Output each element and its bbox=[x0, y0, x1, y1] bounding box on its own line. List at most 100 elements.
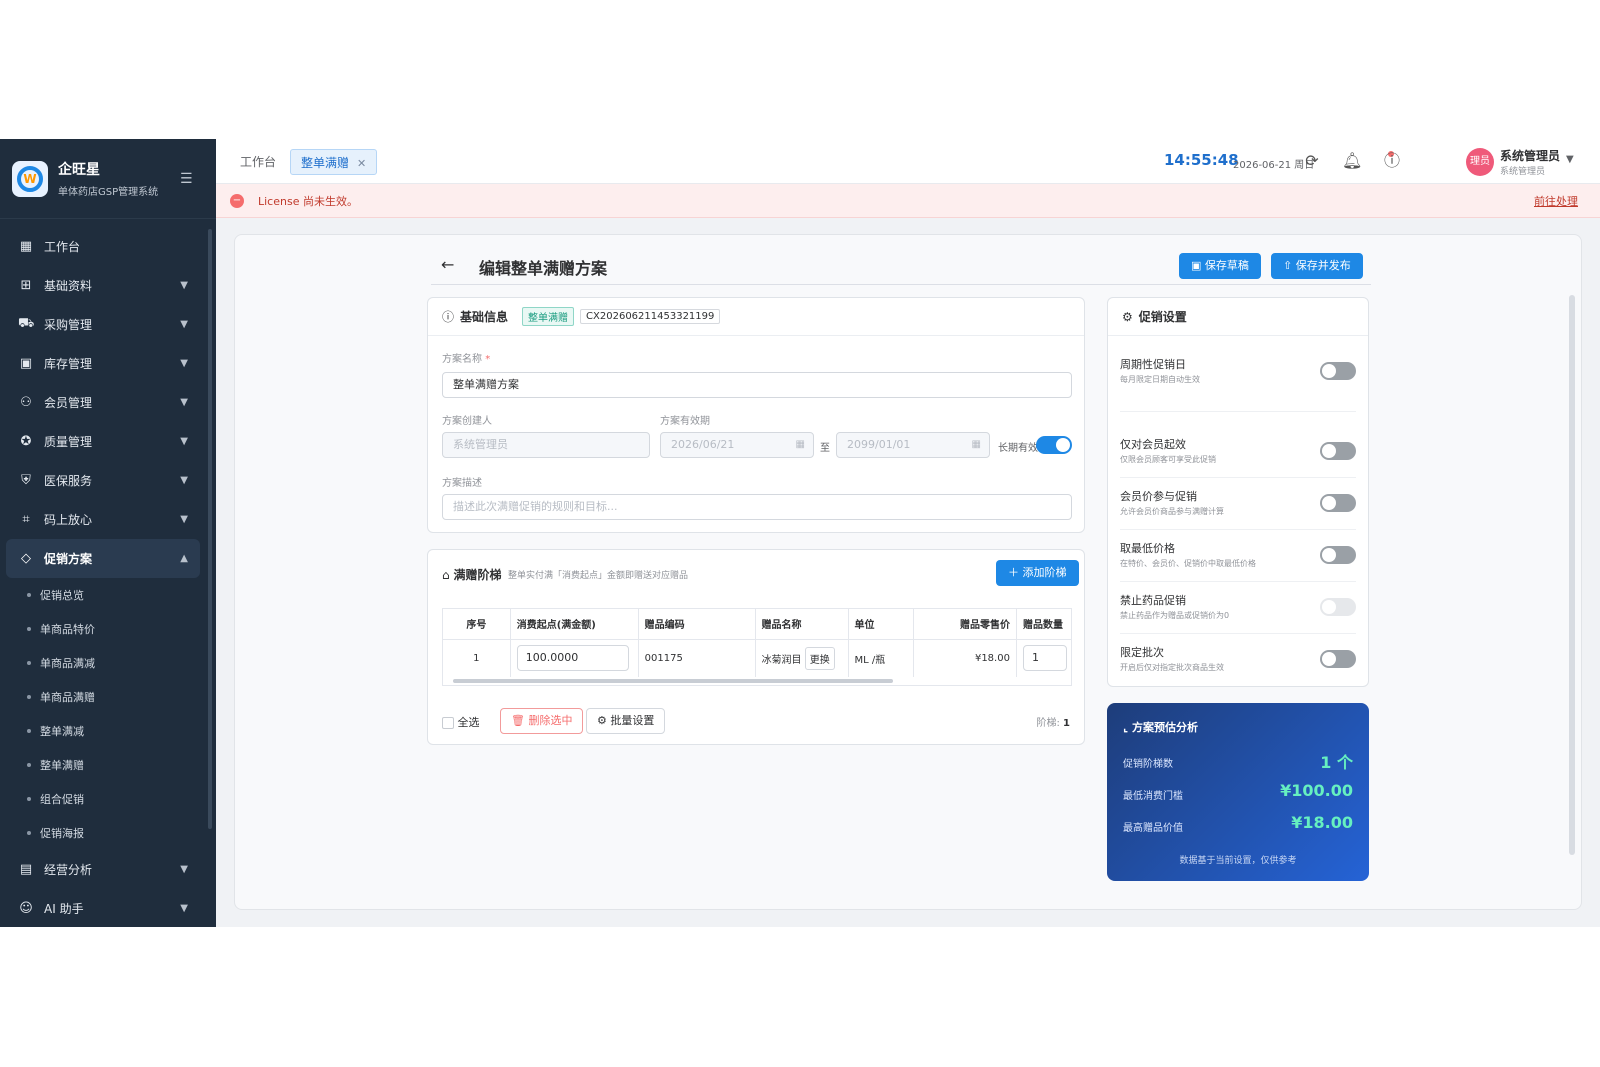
clock-time: 14:55:48 bbox=[1164, 151, 1239, 169]
table-hscrollbar[interactable] bbox=[453, 679, 893, 683]
analytics-icon: ▤ bbox=[19, 862, 33, 877]
delete-selected-button[interactable]: 🗑︎ 删除选中 bbox=[500, 708, 584, 734]
app-subtitle: 单体药店GSP管理系统 bbox=[58, 187, 159, 198]
sidebar-menu: ▦ 工作台 ⊞ 基础资料 ▼ ⛟ 采购管理 ▼ ▣ 库存管理 ▼ ⚇ 会员管理 ▼ ✪ 质量管理 ▼ … bbox=[0, 219, 216, 927]
description-textarea[interactable]: 描述此次满赠促销的规则和目标... bbox=[442, 494, 1072, 520]
qrcode-icon: ⌗ bbox=[22, 512, 30, 527]
page-title-row: ← 编辑整单满赠方案 ▣ 保存草稿 ⇧ 保存并发布 bbox=[431, 243, 1371, 285]
shield-icon: ⛨ bbox=[21, 473, 31, 488]
sidebar-item-ai-assistant[interactable]: ☺ AI 助手 ▼ bbox=[0, 889, 216, 927]
chevron-down-icon: ▼ bbox=[180, 903, 188, 914]
sidebar-subitem[interactable]: 组合促销 bbox=[0, 782, 216, 816]
batch-limit-toggle[interactable] bbox=[1320, 650, 1356, 668]
gift-qty-input[interactable]: 1 bbox=[1022, 645, 1067, 672]
basic-info-header: ⓘ 基础信息 整单满赠 CX202606211453321199 bbox=[428, 298, 1084, 336]
page-title: 编辑整单满赠方案 bbox=[479, 259, 608, 278]
license-action-link[interactable]: 前往处理 bbox=[1534, 193, 1578, 209]
sidebar-item-purchase[interactable]: ⛟ 采购管理 ▼ bbox=[0, 305, 216, 344]
refresh-icon[interactable]: ⟳ bbox=[1302, 151, 1322, 171]
checkbox-icon bbox=[442, 717, 454, 729]
col-header: 单位 bbox=[848, 609, 914, 640]
tab-current[interactable]: 整单满赠 ✕ bbox=[290, 149, 378, 175]
collapse-sidebar-icon[interactable]: ☰ bbox=[180, 171, 193, 187]
lowest-price-toggle[interactable] bbox=[1320, 546, 1356, 564]
add-tier-button[interactable]: ＋ 添加阶梯 bbox=[996, 560, 1079, 586]
sidebar-item-promotion[interactable]: ◇ 促销方案 ▲ bbox=[6, 539, 200, 578]
start-date-input[interactable]: 2026/06/21 ▦ bbox=[660, 432, 814, 458]
avatar[interactable]: 理员 bbox=[1466, 148, 1494, 176]
tag-icon: ◇ bbox=[21, 551, 31, 566]
tiers-table-wrapper: 序号 消费起点(满金额) 赠品编码 赠品名称 单位 赠品零售价 赠品数量 1 1… bbox=[442, 608, 1072, 686]
sidebar-item-inventory[interactable]: ▣ 库存管理 ▼ bbox=[0, 344, 216, 383]
plan-name-input[interactable]: 整单满赠方案 bbox=[442, 372, 1072, 398]
long-term-toggle[interactable] bbox=[1036, 436, 1072, 454]
analysis-title: ⌞ 方案预估分析 bbox=[1123, 721, 1198, 734]
save-publish-button[interactable]: ⇧ 保存并发布 bbox=[1271, 253, 1363, 279]
chevron-down-icon: ▼ bbox=[180, 864, 188, 875]
desc-label: 方案描述 bbox=[442, 478, 482, 489]
sidebar-subitem[interactable]: 促销总览 bbox=[0, 578, 216, 612]
help-icon[interactable]: ⓘ bbox=[1382, 151, 1402, 171]
sidebar-subitem[interactable]: 单商品满赠 bbox=[0, 680, 216, 714]
periodic-toggle[interactable] bbox=[1320, 362, 1356, 380]
chevron-down-icon: ▼ bbox=[180, 358, 188, 369]
threshold-input[interactable]: 100.0000 bbox=[516, 645, 629, 672]
sidebar-subitem[interactable]: 单商品满减 bbox=[0, 646, 216, 680]
chevron-down-icon: ▼ bbox=[180, 475, 188, 486]
chevron-down-icon: ▼ bbox=[180, 319, 188, 330]
sidebar-item-trace-code[interactable]: ⌗ 码上放心 ▼ bbox=[0, 500, 216, 539]
user-name[interactable]: 系统管理员 bbox=[1500, 147, 1560, 164]
back-arrow-icon[interactable]: ← bbox=[441, 255, 454, 274]
sidebar-subitem[interactable]: 单商品特价 bbox=[0, 612, 216, 646]
promo-settings-card: ⚙ 促销设置 周期性促销日 每月限定日期自动生效 仅对会员起效 仅限会员顾客可享受此促… bbox=[1107, 297, 1369, 687]
analysis-min-threshold: 最低消费门槛 ¥100.00 bbox=[1123, 781, 1353, 802]
promo-type-tag: 整单满赠 bbox=[522, 307, 575, 326]
sidebar-subitem[interactable]: 整单满赠 bbox=[0, 748, 216, 782]
members-only-toggle[interactable] bbox=[1320, 442, 1356, 460]
replace-gift-button[interactable]: 更换 bbox=[804, 646, 835, 670]
chevron-down-icon: ▼ bbox=[180, 280, 188, 291]
gift-code: 001175 bbox=[638, 639, 756, 677]
sidebar-subitem[interactable]: 促销海报 bbox=[0, 816, 216, 850]
tab-workbench[interactable]: 工作台 bbox=[240, 149, 276, 175]
setting-members-only: 仅对会员起效 仅限会员顾客可享受此促销 bbox=[1120, 426, 1356, 478]
gift-icon: ⌂ bbox=[442, 568, 454, 582]
end-date-input[interactable]: 2099/01/01 ▦ bbox=[836, 432, 990, 458]
select-all-checkbox[interactable]: 全选 bbox=[442, 714, 480, 730]
sidebar-item-insurance[interactable]: ⛨ 医保服务 ▼ bbox=[0, 461, 216, 500]
chart-icon: ⌞ bbox=[1123, 721, 1132, 734]
chevron-down-icon[interactable]: ▼ bbox=[1566, 154, 1574, 165]
tiers-table: 序号 消费起点(满金额) 赠品编码 赠品名称 单位 赠品零售价 赠品数量 1 1… bbox=[443, 609, 1071, 677]
sidebar-item-basic-data[interactable]: ⊞ 基础资料 ▼ bbox=[0, 266, 216, 305]
batch-set-button[interactable]: ⚙ 批量设置 bbox=[586, 708, 666, 734]
sidebar-item-analytics[interactable]: ▤ 经营分析 ▼ bbox=[0, 850, 216, 889]
content-panel: ← 编辑整单满赠方案 ▣ 保存草稿 ⇧ 保存并发布 ⓘ 基础信息 整单满赠 CX… bbox=[234, 234, 1582, 910]
gift-tiers-card: ⌂ 满赠阶梯 整单实付满「消费起点」金额即赠送对应赠品 ＋ 添加阶梯 序号 消费… bbox=[427, 549, 1085, 745]
member-price-toggle[interactable] bbox=[1320, 494, 1356, 512]
tier-count: 阶梯: 1 bbox=[1036, 718, 1070, 729]
sidebar-item-members[interactable]: ⚇ 会员管理 ▼ bbox=[0, 383, 216, 422]
robot-icon: ☺ bbox=[19, 901, 33, 916]
sidebar-item-quality[interactable]: ✪ 质量管理 ▼ bbox=[0, 422, 216, 461]
sidebar-item-dashboard[interactable]: ▦ 工作台 bbox=[0, 227, 216, 266]
top-header: 工作台 整单满赠 ✕ 14:55:48 2026-06-21 周日 ⟳ 🔔︎ ⓘ … bbox=[216, 139, 1600, 184]
promo-code: CX202606211453321199 bbox=[580, 309, 721, 324]
chevron-down-icon: ▼ bbox=[180, 436, 188, 447]
sidebar-scrollbar[interactable] bbox=[208, 229, 212, 829]
inventory-icon: ▣ bbox=[19, 356, 33, 371]
col-header: 赠品数量 bbox=[1016, 609, 1071, 640]
sidebar-subitem[interactable]: 整单满减 bbox=[0, 714, 216, 748]
setting-no-drug-promo: 禁止药品促销 禁止药品作为赠品或促销价为0 bbox=[1120, 582, 1356, 634]
app-logo: W bbox=[12, 160, 48, 197]
period-label: 方案有效期 bbox=[660, 416, 710, 427]
date-to-label: 至 bbox=[820, 443, 830, 454]
content-scrollbar[interactable] bbox=[1569, 295, 1575, 855]
close-icon[interactable]: ✕ bbox=[357, 157, 366, 170]
brand: W 企旺星 单体药店GSP管理系统 ☰ bbox=[0, 139, 216, 219]
bell-icon[interactable]: 🔔︎ bbox=[1342, 151, 1362, 171]
long-term-label: 长期有效 bbox=[998, 443, 1038, 454]
gear-icon: ⚙ bbox=[597, 714, 611, 727]
save-draft-button[interactable]: ▣ 保存草稿 bbox=[1179, 253, 1261, 279]
no-drug-promo-toggle bbox=[1320, 598, 1356, 616]
plus-icon: ＋ bbox=[1008, 566, 1023, 579]
